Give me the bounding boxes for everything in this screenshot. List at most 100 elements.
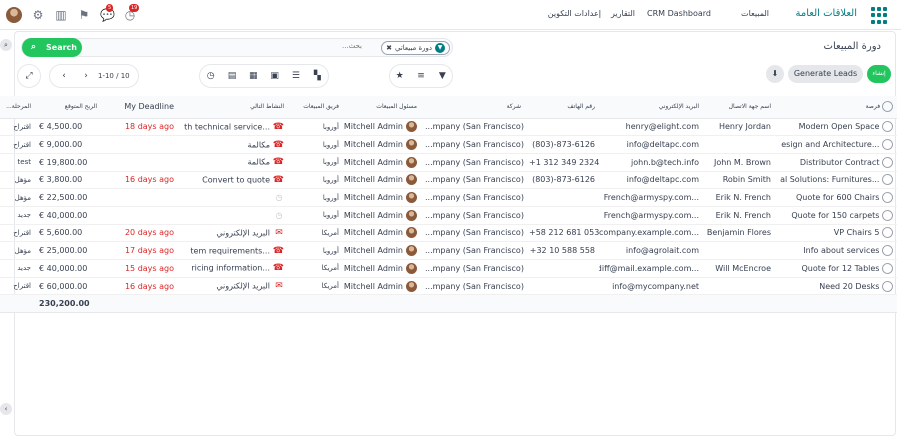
apps-menu-icon[interactable] (870, 7, 887, 24)
cell-opportunity[interactable]: VP Chairs 5 (775, 224, 897, 243)
col-sales-team[interactable]: فريق المبيعات (288, 96, 343, 119)
cell-opportunity[interactable]: Quote for 12 Tables (775, 259, 897, 278)
cell-next-activity[interactable]: ✉البريد الإلكتروني (178, 277, 288, 296)
row-select-radio[interactable] (882, 139, 893, 151)
cell-opportunity[interactable]: Distributor Contract (775, 153, 897, 172)
phone-activity-icon[interactable]: ☎ (273, 263, 284, 273)
col-email[interactable]: البريد الإلكتروني (599, 96, 703, 119)
table-row[interactable]: VP Chairs 5 Benjamin Flores ...company.exa… (0, 224, 897, 243)
company-switch-icon[interactable]: ▥ (54, 8, 68, 22)
table-row[interactable]: Distributor Contract John M. Brown john.b@… (0, 153, 897, 172)
table-row[interactable]: ...al Solutions: Furnitures Robin Smith in… (0, 171, 897, 190)
row-select-radio[interactable] (882, 192, 893, 204)
table-row[interactable]: Quote for 150 carpets Erik N. French ...Fr… (0, 206, 897, 225)
col-phone[interactable]: رقم الهاتف (525, 96, 599, 119)
menu-reports[interactable]: التقارير (611, 9, 635, 18)
cell-opportunity[interactable]: ...al Solutions: Furnitures (775, 171, 897, 190)
cell-opportunity[interactable]: ...esign and Architecture (775, 135, 897, 154)
phone-activity-icon[interactable]: ☎ (273, 157, 284, 167)
cell-next-activity[interactable]: ☎...th technical service (178, 118, 288, 137)
cell-next-activity[interactable]: ✉البريد الإلكتروني (178, 224, 288, 243)
row-select-radio[interactable] (882, 280, 893, 292)
download-icon[interactable]: ⬇ (766, 65, 784, 83)
row-select-radio[interactable] (882, 156, 893, 168)
cell-next-activity[interactable]: ☎Convert to quote (178, 171, 288, 190)
phone-activity-icon[interactable]: ☎ (273, 175, 284, 185)
menu-crm-dashboard[interactable]: CRM Dashboard (647, 9, 711, 18)
col-opportunity[interactable]: فرصة (775, 96, 897, 119)
table-row[interactable]: Quote for 600 Chairs Erik N. French ...Fre… (0, 188, 897, 207)
row-select-radio[interactable] (882, 245, 893, 257)
pager-next-icon[interactable]: › (76, 66, 96, 86)
cell-opportunity[interactable]: Quote for 600 Chairs (775, 188, 897, 207)
clock-activity-icon[interactable]: ◷ (274, 193, 284, 202)
col-contact[interactable]: اسم جهة الاتصال (703, 96, 775, 119)
cell-next-activity[interactable]: ◷ (178, 188, 288, 207)
new-button[interactable]: إنشاء (867, 65, 891, 83)
row-select-radio[interactable] (882, 209, 893, 221)
calendar-view-icon[interactable]: ▣ (265, 66, 285, 86)
menu-sales[interactable]: المبيعات (741, 9, 769, 18)
row-select-radio[interactable] (882, 174, 893, 186)
row-select-radio[interactable] (882, 262, 893, 274)
col-company[interactable]: شركة (421, 96, 525, 119)
activity-view-icon[interactable]: ◷ (201, 66, 221, 86)
activities-icon[interactable]: ◷ 19 (123, 4, 140, 22)
pivot-view-icon[interactable]: ▦ (243, 66, 263, 86)
messages-icon[interactable]: 💬 5 (100, 4, 115, 22)
expand-sidebar-chevron-icon[interactable]: › (0, 403, 12, 415)
search-input[interactable] (92, 42, 362, 50)
cell-deadline: 20 days ago (101, 224, 178, 243)
table-row[interactable]: Modern Open Space Henry Jordan henry@eligh… (0, 118, 897, 137)
email-activity-icon[interactable]: ✉ (274, 281, 284, 291)
table-row[interactable]: ...esign and Architecture info@deltapc.co… (0, 135, 897, 154)
cell-opportunity[interactable]: Modern Open Space (775, 118, 897, 137)
cell-next-activity[interactable]: ☎مكالمة (178, 153, 288, 172)
cell-stage: test (0, 153, 35, 172)
cell-opportunity[interactable]: Info about services (775, 241, 897, 260)
expand-icon[interactable]: ⤢ (19, 66, 39, 86)
pager-prev-icon[interactable]: ‹ (54, 66, 74, 86)
row-select-radio[interactable] (882, 227, 893, 239)
table-row[interactable]: Info about services info@agrolait.com +32 … (0, 241, 897, 260)
col-next-activity[interactable]: النشاط التالي (178, 96, 288, 119)
cell-contact (703, 135, 775, 154)
settings-icon[interactable]: ⚙ (31, 8, 45, 22)
salesperson-avatar (406, 209, 417, 221)
generate-leads-button[interactable]: Generate Leads (788, 65, 863, 83)
clock-activity-icon[interactable]: ◷ (274, 211, 284, 220)
group-by-icon[interactable]: ≡ (411, 66, 430, 86)
cell-next-activity[interactable]: ☎...ricing information (178, 259, 288, 278)
kanban-view-icon[interactable]: ▚ (307, 66, 327, 86)
search-facet[interactable]: ▼ دورة مبيعاتي ✖ (381, 41, 450, 55)
search-button[interactable]: ⌕ Search (22, 38, 82, 57)
col-expected-revenue[interactable]: الربح المتوقع (35, 96, 101, 119)
col-my-deadline[interactable]: My Deadline (101, 96, 178, 119)
phone-activity-icon[interactable]: ☎ (273, 122, 284, 132)
table-row[interactable]: Need 20 Desks info@mycompany.net ...mpany … (0, 277, 897, 296)
zoom-search-icon[interactable]: ⌕ (0, 39, 12, 51)
cell-opportunity[interactable]: Quote for 150 carpets (775, 206, 897, 225)
phone-activity-icon[interactable]: ☎ (273, 140, 284, 150)
cell-next-activity[interactable]: ☎...tem requirements (178, 241, 288, 260)
pager-value[interactable]: 1-10 / 10 (98, 72, 130, 80)
menu-configuration[interactable]: إعدادات التكوين (548, 9, 601, 18)
user-avatar[interactable] (6, 7, 22, 23)
col-salesperson[interactable]: مسئول المبيعات (343, 96, 421, 119)
list-view-icon[interactable]: ☰ (286, 66, 306, 86)
app-brand[interactable]: العلاقات العامة (796, 8, 857, 19)
cell-next-activity[interactable]: ◷ (178, 206, 288, 225)
debug-icon[interactable]: ⚑ (77, 8, 91, 22)
table-row[interactable]: Quote for 12 Tables Will McEncroe ...ediff… (0, 259, 897, 278)
graph-view-icon[interactable]: ▤ (222, 66, 242, 86)
select-all-radio[interactable] (882, 101, 893, 113)
favorites-star-icon[interactable]: ★ (390, 66, 409, 86)
col-stage[interactable]: المرحلة... (0, 96, 35, 119)
email-activity-icon[interactable]: ✉ (274, 228, 284, 238)
filter-funnel-icon[interactable]: ▼ (433, 66, 452, 86)
row-select-radio[interactable] (882, 121, 893, 133)
phone-activity-icon[interactable]: ☎ (273, 246, 284, 256)
cell-opportunity[interactable]: Need 20 Desks (775, 277, 897, 296)
cell-next-activity[interactable]: ☎مكالمة (178, 135, 288, 154)
remove-facet-icon[interactable]: ✖ (386, 44, 392, 52)
